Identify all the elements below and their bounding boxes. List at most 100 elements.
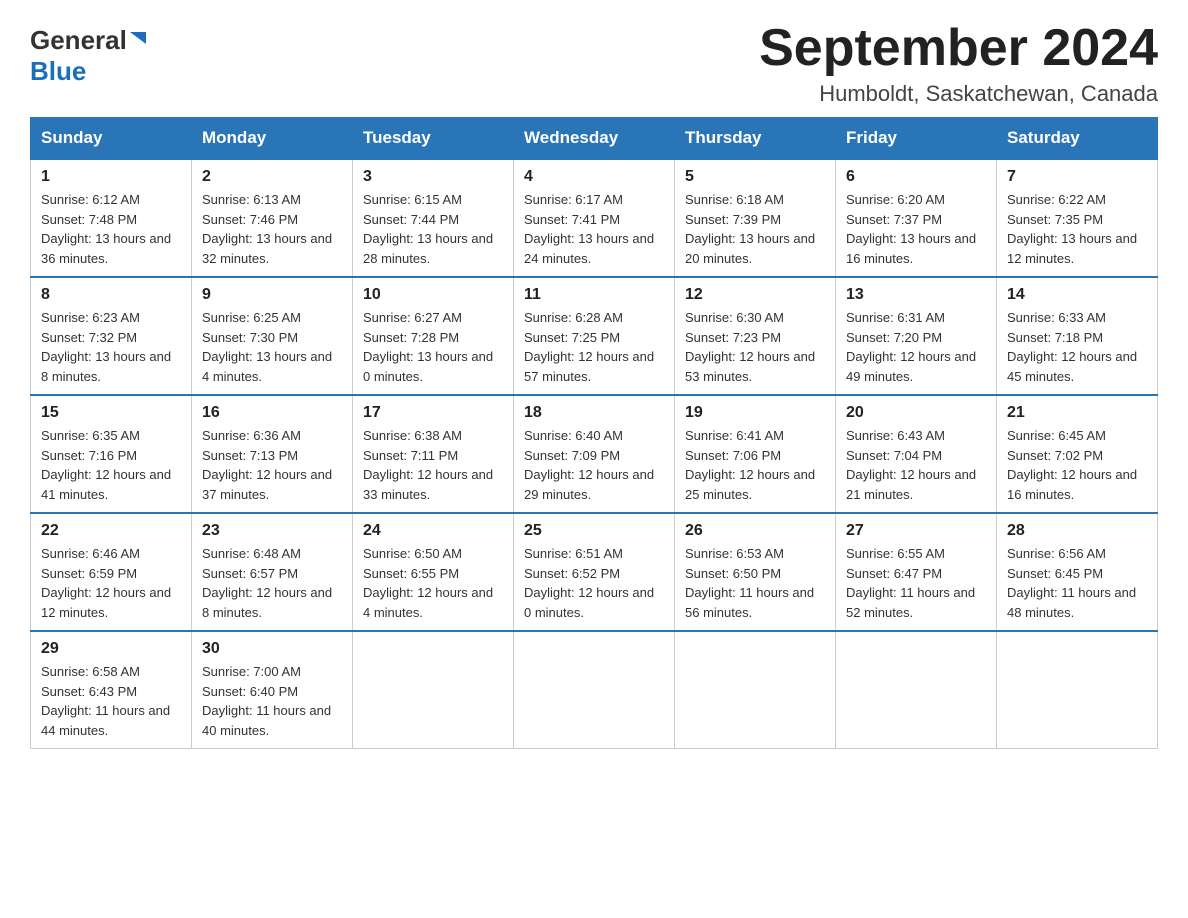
calendar-day-cell: 3 Sunrise: 6:15 AMSunset: 7:44 PMDaylight… <box>353 159 514 277</box>
day-number: 9 <box>202 286 342 304</box>
day-info: Sunrise: 6:46 AMSunset: 6:59 PMDaylight:… <box>41 544 181 622</box>
day-info: Sunrise: 6:17 AMSunset: 7:41 PMDaylight:… <box>524 190 664 268</box>
day-number: 23 <box>202 522 342 540</box>
calendar-day-cell: 19Sunrise: 6:41 AMSunset: 7:06 PMDayligh… <box>675 395 836 513</box>
day-number: 5 <box>685 168 825 186</box>
calendar-day-cell: 7Sunrise: 6:22 AMSunset: 7:35 PMDaylight… <box>997 159 1158 277</box>
calendar-day-cell: 25 Sunrise: 6:51 AMSunset: 6:52 PMDayligh… <box>514 513 675 631</box>
day-number: 16 <box>202 404 342 422</box>
day-number: 26 <box>685 522 825 540</box>
calendar-day-cell: 1Sunrise: 6:12 AMSunset: 7:48 PMDaylight… <box>31 159 192 277</box>
calendar-day-cell: 6 Sunrise: 6:20 AMSunset: 7:37 PMDaylight… <box>836 159 997 277</box>
calendar-day-cell: 12Sunrise: 6:30 AMSunset: 7:23 PMDayligh… <box>675 277 836 395</box>
calendar-day-cell: 27Sunrise: 6:55 AMSunset: 6:47 PMDayligh… <box>836 513 997 631</box>
logo-triangle-icon <box>130 32 146 50</box>
location-subtitle: Humboldt, Saskatchewan, Canada <box>759 81 1158 107</box>
day-number: 21 <box>1007 404 1147 422</box>
calendar-day-cell: 2 Sunrise: 6:13 AMSunset: 7:46 PMDaylight… <box>192 159 353 277</box>
calendar-day-cell: 20Sunrise: 6:43 AMSunset: 7:04 PMDayligh… <box>836 395 997 513</box>
day-number: 14 <box>1007 286 1147 304</box>
calendar-column-header: Wednesday <box>514 118 675 160</box>
day-info: Sunrise: 6:20 AMSunset: 7:37 PMDaylight:… <box>846 190 986 268</box>
day-info: Sunrise: 6:40 AMSunset: 7:09 PMDaylight:… <box>524 426 664 504</box>
day-info: Sunrise: 6:48 AMSunset: 6:57 PMDaylight:… <box>202 544 342 622</box>
day-number: 1 <box>41 168 181 186</box>
calendar-body: 1Sunrise: 6:12 AMSunset: 7:48 PMDaylight… <box>31 159 1158 749</box>
day-info: Sunrise: 6:38 AMSunset: 7:11 PMDaylight:… <box>363 426 503 504</box>
logo-general-text: General <box>30 25 127 56</box>
day-info: Sunrise: 6:33 AMSunset: 7:18 PMDaylight:… <box>1007 308 1147 386</box>
day-number: 4 <box>524 168 664 186</box>
calendar-day-cell: 8Sunrise: 6:23 AMSunset: 7:32 PMDaylight… <box>31 277 192 395</box>
calendar-header: SundayMondayTuesdayWednesdayThursdayFrid… <box>31 118 1158 160</box>
calendar-day-cell: 21 Sunrise: 6:45 AMSunset: 7:02 PMDayligh… <box>997 395 1158 513</box>
calendar-day-cell <box>997 631 1158 749</box>
title-block: September 2024 Humboldt, Saskatchewan, C… <box>759 20 1158 107</box>
calendar-day-cell: 15 Sunrise: 6:35 AMSunset: 7:16 PMDayligh… <box>31 395 192 513</box>
day-info: Sunrise: 6:43 AMSunset: 7:04 PMDaylight:… <box>846 426 986 504</box>
day-number: 25 <box>524 522 664 540</box>
day-number: 24 <box>363 522 503 540</box>
calendar-column-header: Monday <box>192 118 353 160</box>
day-number: 28 <box>1007 522 1147 540</box>
calendar-week-row: 8Sunrise: 6:23 AMSunset: 7:32 PMDaylight… <box>31 277 1158 395</box>
calendar-day-cell <box>675 631 836 749</box>
day-info: Sunrise: 6:51 AMSunset: 6:52 PMDaylight:… <box>524 544 664 622</box>
day-info: Sunrise: 6:15 AMSunset: 7:44 PMDaylight:… <box>363 190 503 268</box>
calendar-week-row: 22 Sunrise: 6:46 AMSunset: 6:59 PMDayligh… <box>31 513 1158 631</box>
calendar-day-cell: 24 Sunrise: 6:50 AMSunset: 6:55 PMDayligh… <box>353 513 514 631</box>
calendar-day-cell: 28 Sunrise: 6:56 AMSunset: 6:45 PMDayligh… <box>997 513 1158 631</box>
day-number: 11 <box>524 286 664 304</box>
calendar-header-row: SundayMondayTuesdayWednesdayThursdayFrid… <box>31 118 1158 160</box>
day-info: Sunrise: 6:13 AMSunset: 7:46 PMDaylight:… <box>202 190 342 268</box>
calendar-day-cell: 10Sunrise: 6:27 AMSunset: 7:28 PMDayligh… <box>353 277 514 395</box>
day-info: Sunrise: 6:45 AMSunset: 7:02 PMDaylight:… <box>1007 426 1147 504</box>
calendar-day-cell: 9 Sunrise: 6:25 AMSunset: 7:30 PMDaylight… <box>192 277 353 395</box>
day-number: 17 <box>363 404 503 422</box>
calendar-day-cell <box>836 631 997 749</box>
day-number: 6 <box>846 168 986 186</box>
day-number: 29 <box>41 640 181 658</box>
page-header: General Blue September 2024 Humboldt, Sa… <box>30 20 1158 107</box>
calendar-day-cell: 13 Sunrise: 6:31 AMSunset: 7:20 PMDayligh… <box>836 277 997 395</box>
day-info: Sunrise: 6:56 AMSunset: 6:45 PMDaylight:… <box>1007 544 1147 622</box>
calendar-column-header: Saturday <box>997 118 1158 160</box>
calendar-day-cell: 18 Sunrise: 6:40 AMSunset: 7:09 PMDayligh… <box>514 395 675 513</box>
day-number: 3 <box>363 168 503 186</box>
calendar-week-row: 1Sunrise: 6:12 AMSunset: 7:48 PMDaylight… <box>31 159 1158 277</box>
day-info: Sunrise: 6:31 AMSunset: 7:20 PMDaylight:… <box>846 308 986 386</box>
calendar-day-cell: 4 Sunrise: 6:17 AMSunset: 7:41 PMDaylight… <box>514 159 675 277</box>
logo: General Blue <box>30 20 146 87</box>
logo-blue-text: Blue <box>30 56 86 87</box>
calendar-day-cell: 23 Sunrise: 6:48 AMSunset: 6:57 PMDayligh… <box>192 513 353 631</box>
day-number: 27 <box>846 522 986 540</box>
day-info: Sunrise: 6:18 AMSunset: 7:39 PMDaylight:… <box>685 190 825 268</box>
calendar-column-header: Tuesday <box>353 118 514 160</box>
calendar-day-cell <box>514 631 675 749</box>
calendar-day-cell: 17 Sunrise: 6:38 AMSunset: 7:11 PMDayligh… <box>353 395 514 513</box>
calendar-week-row: 29Sunrise: 6:58 AMSunset: 6:43 PMDayligh… <box>31 631 1158 749</box>
day-info: Sunrise: 6:50 AMSunset: 6:55 PMDaylight:… <box>363 544 503 622</box>
calendar-day-cell: 11Sunrise: 6:28 AMSunset: 7:25 PMDayligh… <box>514 277 675 395</box>
day-info: Sunrise: 6:35 AMSunset: 7:16 PMDaylight:… <box>41 426 181 504</box>
day-info: Sunrise: 6:36 AMSunset: 7:13 PMDaylight:… <box>202 426 342 504</box>
calendar-week-row: 15 Sunrise: 6:35 AMSunset: 7:16 PMDayligh… <box>31 395 1158 513</box>
day-info: Sunrise: 6:25 AMSunset: 7:30 PMDaylight:… <box>202 308 342 386</box>
day-number: 13 <box>846 286 986 304</box>
day-number: 19 <box>685 404 825 422</box>
day-info: Sunrise: 6:23 AMSunset: 7:32 PMDaylight:… <box>41 308 181 386</box>
calendar-day-cell: 29Sunrise: 6:58 AMSunset: 6:43 PMDayligh… <box>31 631 192 749</box>
calendar-day-cell: 30Sunrise: 7:00 AMSunset: 6:40 PMDayligh… <box>192 631 353 749</box>
day-number: 12 <box>685 286 825 304</box>
calendar-day-cell: 26Sunrise: 6:53 AMSunset: 6:50 PMDayligh… <box>675 513 836 631</box>
day-info: Sunrise: 7:00 AMSunset: 6:40 PMDaylight:… <box>202 662 342 740</box>
calendar-day-cell: 14 Sunrise: 6:33 AMSunset: 7:18 PMDayligh… <box>997 277 1158 395</box>
day-info: Sunrise: 6:22 AMSunset: 7:35 PMDaylight:… <box>1007 190 1147 268</box>
day-number: 2 <box>202 168 342 186</box>
calendar-day-cell: 5 Sunrise: 6:18 AMSunset: 7:39 PMDaylight… <box>675 159 836 277</box>
calendar-column-header: Sunday <box>31 118 192 160</box>
day-number: 22 <box>41 522 181 540</box>
day-number: 15 <box>41 404 181 422</box>
day-number: 18 <box>524 404 664 422</box>
calendar-column-header: Thursday <box>675 118 836 160</box>
